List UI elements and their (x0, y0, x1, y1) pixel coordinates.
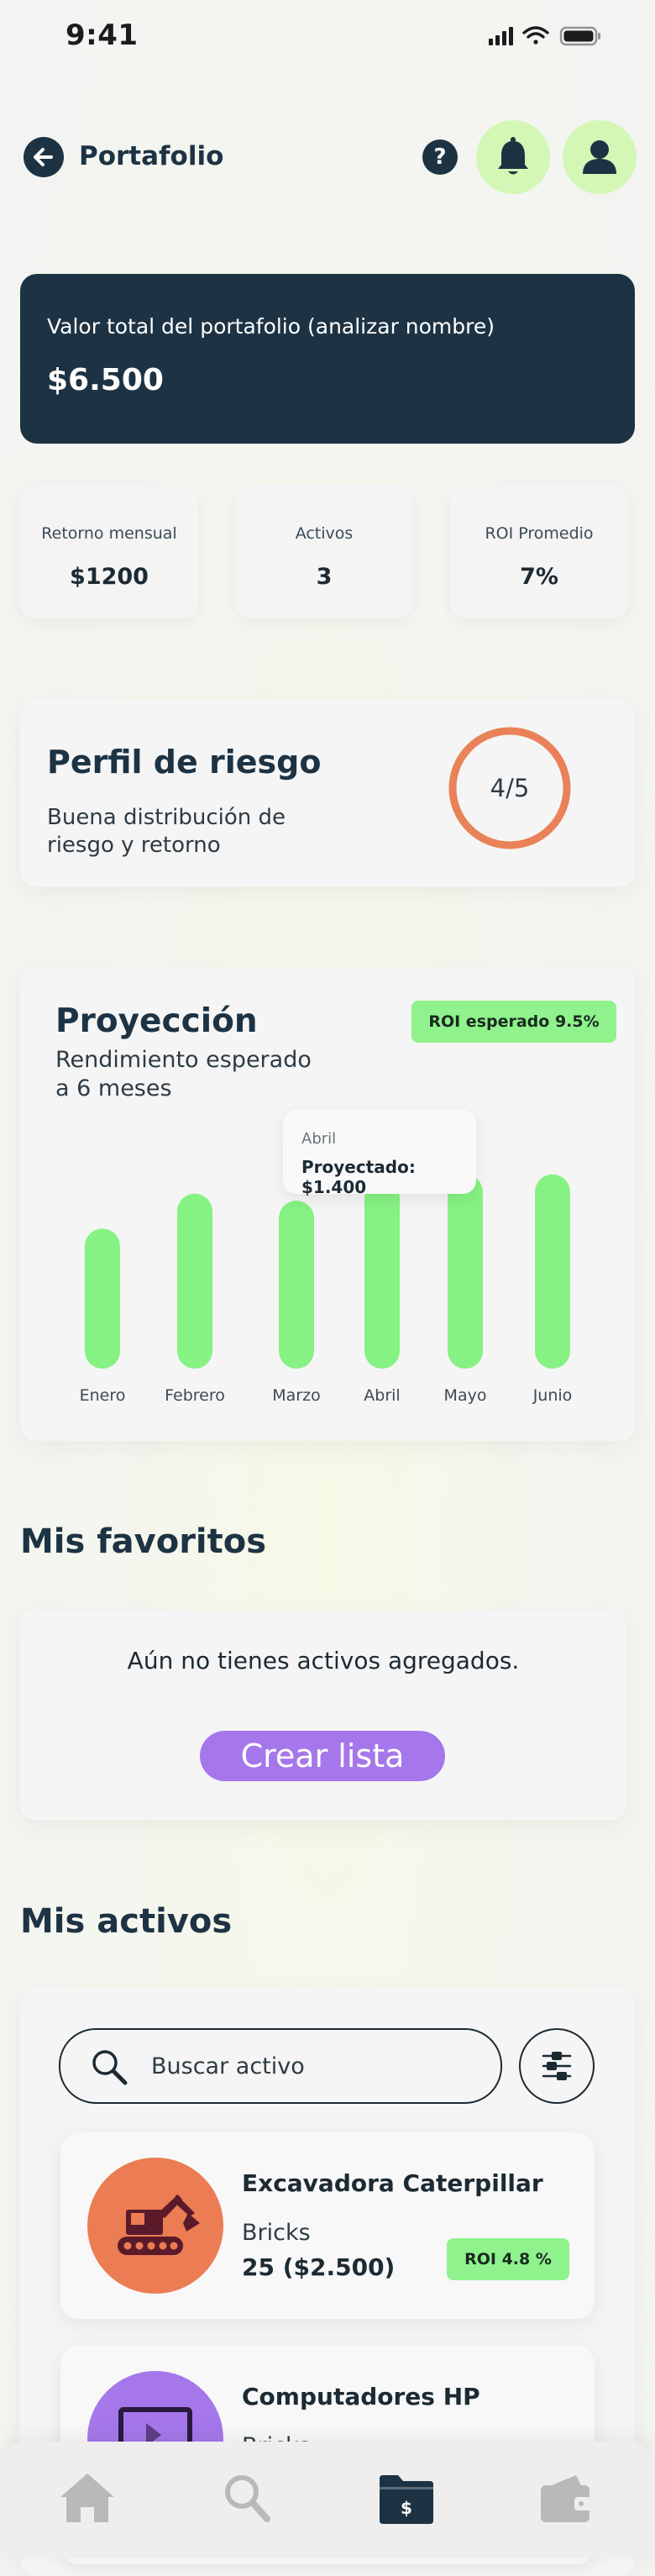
favorites-title: Mis favoritos (20, 1522, 267, 1561)
wallet-icon (541, 2475, 593, 2522)
risk-profile-card[interactable]: Perfil de riesgo Buena distribución de r… (20, 700, 635, 886)
chart-bar-mayo[interactable] (448, 1174, 483, 1369)
asset-name: Computadores HP (242, 2383, 480, 2410)
bottom-nav: $ (0, 2442, 655, 2558)
excavator-icon (118, 2195, 200, 2255)
nav-search[interactable] (217, 2470, 277, 2526)
favorites-card: Aún no tienes activos agregados. Crear l… (20, 1610, 626, 1820)
chart-x-label: Febrero (165, 1386, 225, 1405)
tooltip-value: Proyectado: $1.400 (301, 1157, 416, 1197)
nav-wallet[interactable] (537, 2470, 598, 2526)
stat-average-roi: ROI Promedio 7% (450, 484, 628, 618)
chart-x-label: Abril (364, 1386, 400, 1405)
status-icons (489, 26, 600, 46)
status-time: 9:41 (66, 18, 139, 52)
chart-bar-enero[interactable] (85, 1228, 120, 1369)
assets-title: Mis activos (20, 1902, 233, 1941)
chart-x-label: Marzo (272, 1386, 320, 1405)
portfolio-total-card: Valor total del portafolio (analizar nom… (20, 274, 635, 444)
nav-home[interactable] (57, 2470, 118, 2526)
signal-icon (489, 27, 513, 45)
projection-subtitle: Rendimiento esperado a 6 meses (55, 1047, 312, 1101)
stat-label: Retorno mensual (41, 524, 177, 543)
help-button[interactable]: ? (422, 139, 458, 175)
chart-x-label: Mayo (444, 1386, 487, 1405)
chart-bar-abril[interactable] (364, 1180, 400, 1369)
expected-roi-badge: ROI esperado 9.5% (411, 1001, 616, 1043)
asset-roi-badge: ROI 4.8 % (447, 2238, 569, 2280)
asset-item[interactable]: Excavadora Caterpillar Bricks 25 ($2.500… (60, 2132, 595, 2319)
stat-monthly-return: Retorno mensual $1200 (20, 484, 198, 618)
projection-card: Enero Febrero Marzo Abril Mayo Junio Proyecci… (20, 967, 635, 1441)
chart-x-label: Junio (532, 1386, 573, 1405)
asset-amount: 25 ($2.500) (242, 2253, 396, 2281)
wifi-icon (522, 26, 549, 45)
risk-score: 4/5 (490, 774, 530, 802)
chart-bar-junio[interactable] (535, 1174, 570, 1369)
chart-bar-marzo[interactable] (279, 1201, 314, 1369)
risk-profile-description: Buena distribución de riesgo y retorno (47, 805, 286, 858)
filter-icon (542, 2052, 572, 2080)
bell-icon (498, 137, 528, 175)
asset-search-input[interactable]: Buscar activo (59, 2028, 502, 2104)
asset-name: Excavadora Caterpillar (242, 2169, 543, 2197)
portfolio-total-value: $6.500 (47, 363, 164, 397)
back-button[interactable] (24, 137, 64, 177)
favorites-empty-text: Aún no tienes activos agregados. (127, 1647, 520, 1674)
filter-button[interactable] (519, 2028, 595, 2104)
arrow-left-icon (34, 148, 53, 166)
search-placeholder: Buscar activo (151, 2053, 305, 2079)
portfolio-icon: $ (380, 2475, 433, 2524)
stat-label: Activos (295, 524, 354, 543)
user-icon (583, 140, 616, 174)
asset-avatar (87, 2158, 223, 2294)
risk-profile-title: Perfil de riesgo (47, 744, 322, 781)
profile-button[interactable] (563, 120, 637, 194)
home-icon (60, 2473, 114, 2522)
create-list-button[interactable]: Crear lista (200, 1731, 445, 1781)
tooltip-month: Abril (301, 1130, 337, 1148)
asset-platform: Bricks (242, 2220, 311, 2246)
stat-value: $1200 (70, 564, 149, 590)
search-icon (225, 2475, 270, 2522)
battery-icon (559, 26, 600, 46)
page-title: Portafolio (79, 141, 224, 171)
svg-text:$: $ (401, 2498, 412, 2518)
nav-portfolio[interactable]: $ (376, 2470, 437, 2526)
chart-tooltip: Abril Proyectado: $1.400 (283, 1110, 476, 1197)
search-icon (92, 2050, 128, 2085)
projection-title: Proyección (55, 1002, 258, 1040)
chart-x-label: Enero (80, 1386, 126, 1405)
portfolio-total-label: Valor total del portafolio (analizar nom… (47, 314, 495, 339)
stat-value: 3 (316, 564, 333, 590)
notifications-button[interactable] (476, 120, 550, 194)
chart-bar-febrero[interactable] (177, 1193, 212, 1369)
stat-label: ROI Promedio (485, 524, 594, 543)
stat-value: 7% (520, 564, 558, 590)
stat-assets: Activos 3 (235, 484, 413, 618)
